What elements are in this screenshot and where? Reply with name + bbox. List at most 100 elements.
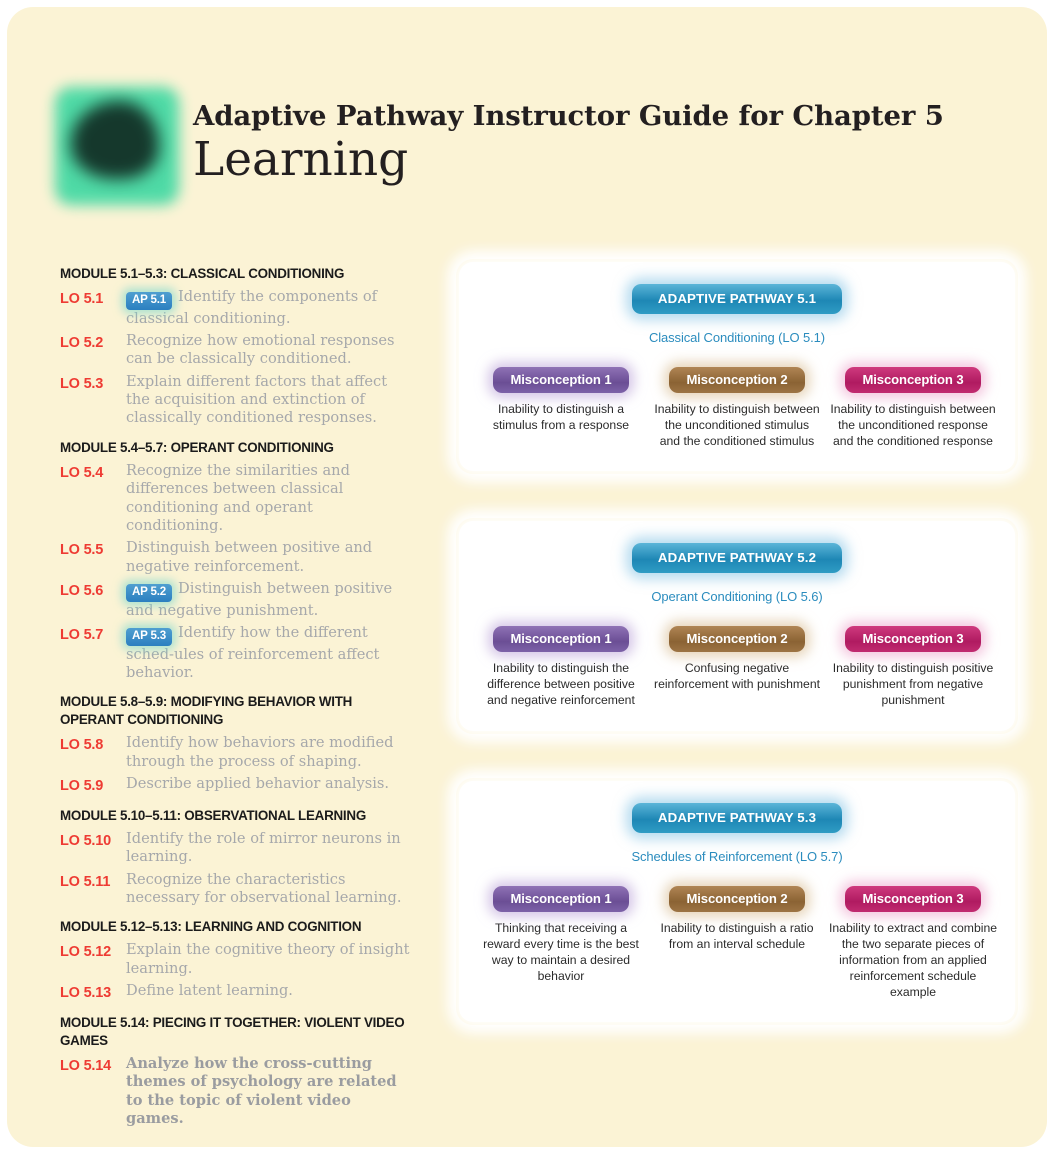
lo-text-wrapper: Analyze how the cross-cutting themes of … — [126, 1055, 410, 1129]
misconception-item: Misconception 3 Inability to extract and … — [829, 885, 997, 1000]
lo-tag: LO 5.11 — [60, 873, 111, 890]
module-heading: MODULE 5.4–5.7: OPERANT CONDITIONING — [60, 439, 334, 455]
lo-tag: LO 5.12 — [60, 944, 111, 961]
misconception-group: Misconception 1 Thinking that receiving a… — [469, 885, 1005, 1000]
lo-tag: LO 5.7 — [60, 626, 104, 643]
module-heading: MODULE 5.14: PIECING IT TOGETHER: VIOLEN… — [60, 1015, 405, 1049]
lo-description: Define latent learning. — [126, 982, 293, 1000]
pathway-subtitle-link[interactable]: Classical Conditioning (LO 5.1) — [469, 330, 1005, 345]
adaptive-pathway-card: ADAPTIVE PATHWAY 5.1 Classical Conditioni… — [459, 262, 1015, 472]
pathway-pill-wrapper: ADAPTIVE PATHWAY 5.3 — [469, 802, 1005, 833]
learning-objectives-column: MODULE 5.1–5.3: CLASSICAL CONDITIONING LO… — [60, 265, 410, 1133]
module-heading: MODULE 5.12–5.13: LEARNING AND COGNITION — [60, 919, 362, 935]
misconception-item: Misconception 2 Confusing negative reinfo… — [653, 626, 821, 708]
lo-text-wrapper: Recognize how emotional responses can be… — [126, 332, 410, 369]
misconception-description: Inability to distinguish between the unc… — [830, 402, 996, 449]
misconception-item: Misconception 1 Inability to distinguish … — [477, 367, 645, 449]
module-heading: MODULE 5.1–5.3: CLASSICAL CONDITIONING — [60, 266, 345, 281]
learning-objective-row: LO 5.13 Define latent learning. — [60, 982, 410, 1003]
misconception-pill: Misconception 2 — [669, 367, 805, 393]
learning-objective-row: LO 5.7 AP 5.3 Identify how the different s… — [60, 624, 410, 682]
pathway-title-pill: ADAPTIVE PATHWAY 5.2 — [631, 543, 843, 574]
lo-text-wrapper: AP 5.1 Identify the components of classic… — [126, 288, 410, 328]
learning-objective-row: LO 5.8 Identify how behaviors are modifie… — [60, 734, 410, 771]
adaptive-pathways-column: ADAPTIVE PATHWAY 5.1 Classical Conditioni… — [459, 262, 1015, 1072]
ap-badge: AP 5.1 — [126, 291, 173, 310]
misconception-description: Inability to distinguish a stimulus from… — [492, 402, 630, 433]
misconception-pill: Misconception 1 — [493, 367, 629, 393]
title-block: Adaptive Pathway Instructor Guide for Ch… — [193, 79, 953, 185]
misconception-item: Misconception 1 Inability to distinguish … — [477, 626, 645, 708]
pathway-title-pill: ADAPTIVE PATHWAY 5.3 — [631, 802, 843, 833]
lo-tag: LO 5.8 — [60, 737, 104, 754]
learning-objective-row: LO 5.12 Explain the cognitive theory of i… — [60, 941, 410, 978]
learning-objective-row: LO 5.2 Recognize how emotional responses … — [60, 332, 410, 369]
guide-title: Adaptive Pathway Instructor Guide for Ch… — [193, 100, 944, 132]
lo-description: Identify the role of mirror neurons in l… — [126, 829, 401, 866]
misconception-pill: Misconception 1 — [493, 885, 629, 912]
pathway-subtitle-link[interactable]: Operant Conditioning (LO 5.6) — [469, 589, 1005, 604]
lo-description: Describe applied behavior analysis. — [126, 774, 389, 792]
misconception-description: Thinking that receiving a reward every t… — [483, 920, 639, 983]
logo-blob-shape — [71, 101, 159, 179]
lo-text-wrapper: Distinguish between positive and negativ… — [126, 539, 410, 576]
lo-tag: LO 5.14 — [60, 1058, 111, 1075]
learning-objective-row: LO 5.3 Explain different factors that aff… — [60, 373, 410, 428]
misconception-pill: Misconception 3 — [845, 626, 981, 653]
learning-objective-row: LO 5.11 Recognize the characteristics nec… — [60, 871, 410, 908]
lo-tag: LO 5.1 — [60, 290, 104, 307]
lo-description: Recognize how emotional responses can be… — [126, 331, 395, 368]
brain-logo-icon — [55, 87, 179, 205]
misconception-description: Inability to distinguish positive punish… — [832, 661, 994, 708]
pathway-pill-wrapper: ADAPTIVE PATHWAY 5.1 — [469, 284, 1005, 314]
misconception-item: Misconception 2 Inability to distinguish … — [653, 885, 821, 1000]
learning-objective-row: LO 5.6 AP 5.2 Distinguish between positive… — [60, 580, 410, 620]
misconception-description: Inability to distinguish the difference … — [487, 661, 635, 708]
lo-description: Identify how behaviors are modified thro… — [126, 734, 394, 770]
module-heading: MODULE 5.10–5.11: OBSERVATIONAL LEARNING — [60, 807, 366, 823]
misconception-description: Inability to distinguish between the unc… — [654, 402, 820, 449]
learning-objective-row: LO 5.9 Describe applied behavior analysis… — [60, 775, 410, 796]
lo-description: Explain the cognitive theory of insight … — [126, 941, 410, 977]
lo-description: Recognize the characteristics necessary … — [126, 870, 402, 907]
misconception-group: Misconception 1 Inability to distinguish … — [469, 367, 1005, 449]
lo-text-wrapper: Recognize the characteristics necessary … — [126, 871, 410, 908]
lo-description: Explain different factors that affect th… — [126, 372, 388, 427]
pathway-title-pill: ADAPTIVE PATHWAY 5.1 — [631, 284, 843, 314]
lo-tag: LO 5.9 — [60, 777, 104, 794]
lo-tag: LO 5.10 — [60, 832, 111, 849]
pathway-subtitle-link[interactable]: Schedules of Reinforcement (LO 5.7) — [469, 849, 1005, 864]
misconception-pill: Misconception 1 — [493, 626, 629, 653]
misconception-item: Misconception 2 Inability to distinguish … — [653, 367, 821, 449]
lo-description: Analyze how the cross-cutting themes of … — [126, 1055, 397, 1128]
lo-text-wrapper: Explain different factors that affect th… — [126, 373, 410, 428]
lo-text-wrapper: Recognize the similarities and differenc… — [126, 462, 410, 536]
lo-text-wrapper: AP 5.2 Distinguish between positive and n… — [126, 580, 410, 620]
ap-badge: AP 5.2 — [126, 584, 173, 602]
lo-description: Recognize the similarities and differenc… — [126, 461, 350, 534]
misconception-item: Misconception 3 Inability to distinguish … — [829, 367, 997, 449]
adaptive-pathway-card: ADAPTIVE PATHWAY 5.3 Schedules of Reinfor… — [459, 780, 1015, 1023]
page-canvas: Adaptive Pathway Instructor Guide for Ch… — [7, 7, 1047, 1147]
learning-objective-row: LO 5.5 Distinguish between positive and n… — [60, 539, 410, 576]
misconception-description: Inability to distinguish a ratio from an… — [660, 920, 814, 951]
misconception-pill: Misconception 3 — [845, 367, 981, 393]
learning-objective-row: LO 5.1 AP 5.1 Identify the components of c… — [60, 288, 410, 328]
misconception-group: Misconception 1 Inability to distinguish … — [469, 626, 1005, 708]
misconception-pill: Misconception 2 — [669, 626, 805, 653]
pathway-pill-wrapper: ADAPTIVE PATHWAY 5.2 — [469, 543, 1005, 574]
lo-text-wrapper: Identify how behaviors are modified thro… — [126, 734, 410, 771]
misconception-description: Confusing negative reinforcement with pu… — [654, 661, 820, 692]
misconception-pill: Misconception 3 — [845, 885, 981, 912]
page-header: Adaptive Pathway Instructor Guide for Ch… — [55, 79, 955, 219]
lo-text-wrapper: AP 5.3 Identify how the different sched-u… — [126, 624, 410, 682]
lo-tag: LO 5.13 — [60, 985, 111, 1002]
lo-tag: LO 5.6 — [60, 583, 104, 599]
learning-objective-row: LO 5.10 Identify the role of mirror neuro… — [60, 830, 410, 867]
lo-text-wrapper: Define latent learning. — [126, 982, 410, 1000]
misconception-item: Misconception 3 Inability to distinguish … — [829, 626, 997, 708]
lo-description: Distinguish between positive and negativ… — [126, 539, 373, 575]
module-heading: MODULE 5.8–5.9: MODIFYING BEHAVIOR WITH … — [60, 694, 353, 728]
lo-tag: LO 5.4 — [60, 464, 104, 481]
lo-text-wrapper: Identify the role of mirror neurons in l… — [126, 830, 410, 867]
